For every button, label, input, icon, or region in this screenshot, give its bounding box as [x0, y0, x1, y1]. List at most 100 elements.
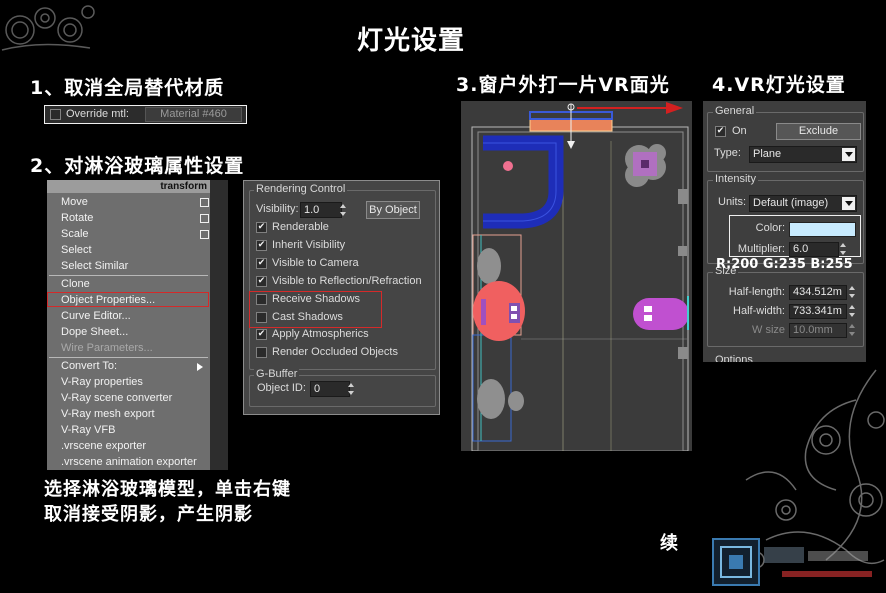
- quad-menu: transform Move Rotate Scale Select Selec…: [47, 180, 228, 470]
- exclude-button[interactable]: Exclude: [776, 123, 861, 140]
- menu-item-vrscene-exporter[interactable]: .vrscene exporter: [61, 438, 146, 454]
- apply-atmospherics-label: Apply Atmospherics: [272, 328, 369, 340]
- override-mtl-panel: Override mtl: Material #460: [44, 105, 247, 124]
- general-group: [707, 112, 864, 172]
- on-label: On: [732, 125, 747, 137]
- units-dropdown[interactable]: Default (image): [749, 195, 857, 212]
- highlight-box-shadows: [249, 291, 382, 328]
- floral-decoration-top: [1, 5, 95, 51]
- color-label: Color:: [755, 222, 785, 234]
- color-swatch[interactable]: [789, 222, 856, 237]
- step4-heading: 4.VR灯光设置: [712, 74, 846, 96]
- units-label: Units:: [718, 196, 747, 208]
- site-logo: [712, 538, 872, 586]
- w-size-spinner-icon[interactable]: [849, 323, 856, 337]
- intensity-title: Intensity: [713, 173, 758, 185]
- by-object-button[interactable]: By Object: [366, 201, 420, 219]
- half-width-input[interactable]: 733.341m: [789, 304, 847, 319]
- menu-item-vray-scene-converter[interactable]: V-Ray scene converter: [61, 390, 172, 406]
- wall-lamp-mark: [644, 306, 652, 312]
- menu-item-wire-parameters[interactable]: Wire Parameters...: [61, 340, 153, 356]
- vray-light-panel: General ✔ On Exclude Type: Plane Intensi…: [703, 101, 866, 362]
- shower-control-mark: [511, 314, 517, 319]
- on-checkbox[interactable]: ✔: [715, 126, 726, 137]
- floor-plan-viewport[interactable]: [461, 101, 692, 451]
- visibility-spinner-icon[interactable]: [340, 203, 347, 217]
- type-label: Type:: [714, 147, 741, 159]
- plant: [477, 248, 501, 284]
- half-length-label: Half-length:: [728, 286, 785, 298]
- rotate-settings-icon[interactable]: [200, 214, 209, 223]
- override-mtl-checkbox[interactable]: [50, 109, 61, 120]
- options-title: Options: [715, 354, 753, 362]
- visible-to-camera-label: Visible to Camera: [272, 257, 359, 269]
- w-size-label: W size: [752, 324, 785, 336]
- half-width-spinner-icon[interactable]: [849, 304, 856, 318]
- shower-control-mark: [511, 306, 517, 311]
- inherit-visibility-label: Inherit Visibility: [272, 239, 346, 251]
- multiplier-input[interactable]: 6.0: [789, 242, 839, 257]
- w-size-input[interactable]: 10.0mm: [789, 323, 847, 338]
- object-id-label: Object ID:: [257, 382, 306, 394]
- render-occluded-label: Render Occluded Objects: [272, 346, 398, 358]
- highlight-box-object-properties: [47, 292, 209, 307]
- visible-to-camera-checkbox[interactable]: ✔: [256, 258, 267, 269]
- type-dropdown[interactable]: Plane: [749, 146, 857, 163]
- instruction-line-2: 取消接受阴影，产生阴影: [44, 504, 253, 525]
- menu-item-clone[interactable]: Clone: [61, 276, 90, 292]
- visible-to-reflection-checkbox[interactable]: ✔: [256, 276, 267, 287]
- object-id-input[interactable]: 0: [310, 381, 350, 397]
- gbuffer-title: G-Buffer: [254, 368, 300, 380]
- page-title: 灯光设置: [357, 26, 466, 56]
- renderable-label: Renderable: [272, 221, 329, 233]
- step1-heading: 1、取消全局替代材质: [30, 77, 225, 99]
- visibility-input[interactable]: 1.0: [300, 202, 342, 218]
- menu-item-scale[interactable]: Scale: [61, 226, 89, 242]
- rendering-control-panel: Rendering Control Visibility: 1.0 By Obj…: [243, 180, 440, 415]
- units-dropdown-arrow-icon[interactable]: [842, 197, 855, 210]
- pink-marker: [503, 161, 513, 171]
- visibility-label: Visibility:: [256, 203, 299, 215]
- wall-lamp-mark: [644, 315, 652, 321]
- renderable-checkbox[interactable]: ✔: [256, 222, 267, 233]
- menu-item-vrscene-animation-exporter[interactable]: .vrscene animation exporter: [61, 454, 197, 470]
- apply-atmospherics-checkbox[interactable]: ✔: [256, 329, 267, 340]
- menu-item-rotate[interactable]: Rotate: [61, 210, 93, 226]
- visible-to-reflection-label: Visible to Reflection/Refraction: [272, 275, 422, 287]
- override-mtl-label: Override mtl:: [66, 108, 129, 120]
- menu-item-convert-to[interactable]: Convert To:: [61, 358, 117, 374]
- menu-item-vray-mesh-export[interactable]: V-Ray mesh export: [61, 406, 155, 422]
- material-button[interactable]: Material #460: [145, 107, 242, 122]
- wall-fixture: [678, 189, 688, 204]
- render-occluded-checkbox[interactable]: [256, 347, 267, 358]
- shower-valve: [481, 299, 486, 325]
- half-width-label: Half-width:: [733, 305, 785, 317]
- step3-heading: 3.窗户外打一片VR面光: [456, 74, 670, 96]
- multiplier-label: Multiplier:: [737, 243, 785, 255]
- submenu-arrow-icon: [197, 363, 203, 371]
- quad-menu-strip: [210, 180, 228, 470]
- color-readout: R:200 G:235 B:255: [716, 257, 853, 272]
- multiplier-spinner-icon[interactable]: [840, 242, 847, 256]
- plant: [508, 391, 524, 411]
- menu-item-curve-editor[interactable]: Curve Editor...: [61, 308, 131, 324]
- scale-settings-icon[interactable]: [200, 230, 209, 239]
- menu-item-move[interactable]: Move: [61, 194, 88, 210]
- half-length-input[interactable]: 434.512m: [789, 285, 847, 300]
- object-id-spinner-icon[interactable]: [348, 382, 355, 396]
- menu-item-select-similar[interactable]: Select Similar: [61, 258, 128, 274]
- instruction-line-1: 选择淋浴玻璃模型，单击右键: [44, 479, 291, 500]
- general-title: General: [713, 105, 757, 117]
- menu-item-vray-vfb[interactable]: V-Ray VFB: [61, 422, 115, 438]
- move-settings-icon[interactable]: [200, 198, 209, 207]
- type-dropdown-arrow-icon[interactable]: [842, 148, 855, 161]
- rendering-control-title: Rendering Control: [254, 183, 348, 195]
- inherit-visibility-checkbox[interactable]: ✔: [256, 240, 267, 251]
- wall-lamp: [633, 298, 689, 330]
- half-length-spinner-icon[interactable]: [849, 285, 856, 299]
- continue-label: 续: [660, 533, 679, 554]
- plant: [477, 379, 505, 419]
- menu-item-dope-sheet[interactable]: Dope Sheet...: [61, 324, 128, 340]
- menu-item-select[interactable]: Select: [61, 242, 92, 258]
- menu-item-vray-properties[interactable]: V-Ray properties: [61, 374, 143, 390]
